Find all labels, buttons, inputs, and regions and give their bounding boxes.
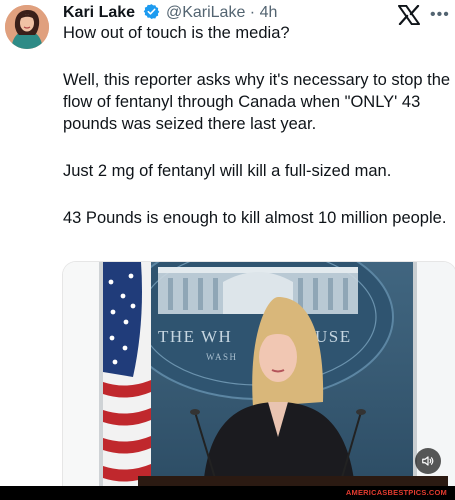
separator: · bbox=[249, 4, 256, 21]
avatar[interactable] bbox=[5, 5, 49, 49]
seal-text-right: USE bbox=[315, 327, 352, 346]
seal-text-bottom: WASH bbox=[206, 352, 238, 362]
tweet-text-paragraph-4: 43 Pounds is enough to kill almost 10 mi… bbox=[63, 209, 447, 227]
seal-text-left: THE WH bbox=[158, 327, 232, 346]
video-frame: THE WH USE WASH bbox=[63, 262, 455, 488]
tweet-text-paragraph-3: Just 2 mg of fentanyl will kill a full-s… bbox=[63, 162, 392, 180]
speaker-icon[interactable] bbox=[415, 448, 441, 474]
author-handle[interactable]: @KariLake bbox=[166, 4, 245, 21]
footer-bar: AMERICASBESTPICS.COM bbox=[0, 486, 455, 500]
tweet-text-paragraph-2: Well, this reporter asks why it's necess… bbox=[63, 71, 451, 133]
timestamp[interactable]: 4h bbox=[260, 4, 278, 21]
watermark-text: AMERICASBESTPICS.COM bbox=[345, 488, 447, 497]
tweet-text-line-1: How out of touch is the media? bbox=[63, 24, 290, 42]
tweet-video[interactable]: THE WH USE WASH bbox=[62, 261, 455, 488]
avatar-photo bbox=[5, 5, 49, 49]
author-name[interactable]: Kari Lake bbox=[63, 4, 135, 21]
